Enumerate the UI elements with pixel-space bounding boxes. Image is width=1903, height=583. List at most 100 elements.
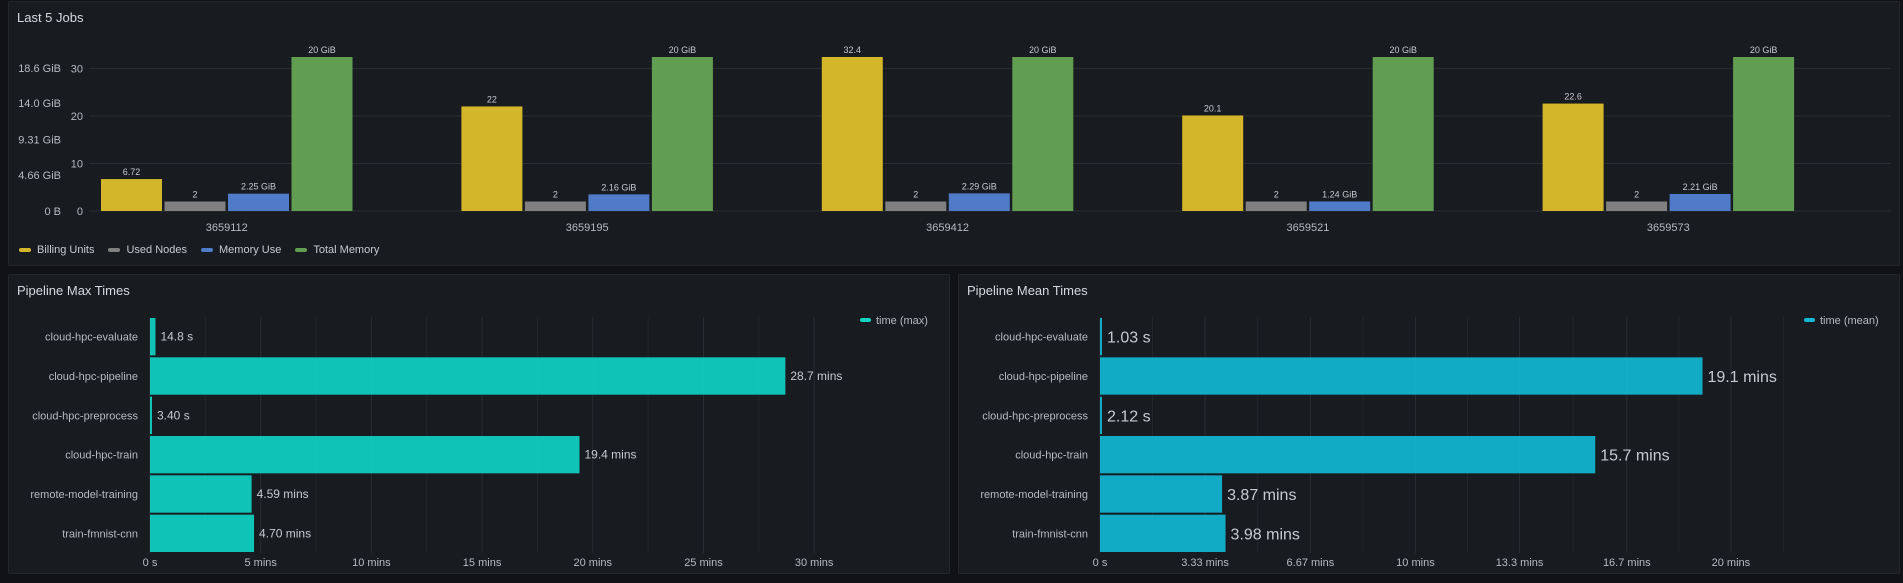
bar [1309, 201, 1371, 211]
legend-swatch [1804, 318, 1815, 322]
legend-item[interactable]: Total Memory [295, 244, 379, 256]
y-tick-label: cloud-hpc-pipeline [49, 371, 138, 383]
y-tick-label: train-fmnist-cnn [1012, 528, 1088, 540]
legend-label: Memory Use [219, 244, 282, 256]
y-tick-label: cloud-hpc-train [65, 450, 138, 462]
y-tick-label: cloud-hpc-train [1015, 450, 1088, 462]
last-jobs-panel: Last 5 Jobs 0 10 20 30 0 B 4.66 GiB 9.31 GiB 14… [8, 1, 1900, 266]
x-tick-label: 5 mins [244, 557, 277, 569]
data-label: 22 [487, 94, 497, 104]
bar [150, 396, 152, 434]
x-tick-label: 3.33 mins [1181, 557, 1229, 569]
legend-swatch [295, 248, 308, 252]
y-tick-label: cloud-hpc-preprocess [982, 410, 1088, 422]
legend-label: time (max) [876, 315, 928, 327]
x-tick-label: 20 mins [1712, 557, 1751, 569]
pipeline-max-chart: 0 s 5 mins 10 mins 15 mins 20 mins 25 mins 30 … [30, 315, 928, 569]
bar [1182, 115, 1244, 211]
bar [1100, 357, 1703, 395]
legend-label: Billing Units [37, 244, 95, 256]
y-tick-label: 20 [71, 111, 83, 123]
bar [1100, 318, 1102, 356]
bar [1245, 201, 1307, 211]
bar [150, 514, 255, 552]
y-tick-label-bytes: 18.6 GiB [18, 63, 61, 75]
data-label: 2 [1274, 189, 1279, 199]
data-label: 2.21 GiB [1683, 182, 1718, 192]
y-tick-label: 30 [71, 63, 83, 75]
bar [101, 179, 162, 211]
legend-label: Total Memory [313, 244, 380, 256]
data-label: 28.7 mins [790, 369, 842, 383]
legend-label: time (mean) [1820, 315, 1879, 327]
bar [1542, 103, 1604, 211]
bar [1669, 193, 1731, 211]
legend-item[interactable]: Used Nodes [108, 244, 187, 256]
bar [524, 201, 586, 211]
x-tick-label: 10 mins [1396, 557, 1435, 569]
x-tick-label: 25 mins [684, 557, 723, 569]
data-label: 20 GiB [1029, 45, 1057, 55]
data-label: 14.8 s [160, 330, 193, 344]
legend-item[interactable]: Billing Units [19, 244, 94, 256]
x-tick-label: 3659573 [1647, 222, 1690, 234]
pipeline-max-panel: Pipeline Max Times 0 s5 mins 10 mins 15 mi… [8, 274, 950, 574]
y-tick-label: 10 [71, 158, 83, 170]
y-tick-label-bytes: 14.0 GiB [18, 98, 61, 110]
x-tick-label: 13.3 mins [1496, 557, 1544, 569]
x-tick-label: 3659521 [1287, 222, 1330, 234]
y-tick-label: cloud-hpc-preprocess [32, 410, 138, 422]
bar [1100, 514, 1226, 552]
data-label: 1.03 s [1107, 330, 1151, 347]
data-label: 4.70 mins [259, 526, 311, 540]
bar [948, 193, 1010, 211]
x-tick-label: 3659112 [206, 222, 248, 234]
bar [150, 318, 156, 356]
bar [1606, 201, 1668, 211]
data-label: 3.98 mins [1231, 526, 1300, 543]
data-label: 2.16 GiB [601, 182, 636, 192]
y-tick-label: 0 [77, 206, 83, 218]
x-tick-label: 0 s [1093, 557, 1108, 569]
data-label: 1.24 GiB [1322, 189, 1357, 199]
bar [1100, 396, 1102, 434]
legend-item[interactable]: Memory Use [201, 244, 281, 256]
x-tick-label: 16.7 mins [1603, 557, 1651, 569]
data-label: 19.4 mins [584, 448, 636, 462]
legend-label: Used Nodes [126, 244, 188, 256]
bar [651, 57, 713, 211]
data-label: 19.1 mins [1708, 369, 1777, 386]
bar [821, 57, 883, 211]
y-tick-label-bytes: 4.66 GiB [18, 170, 61, 182]
data-label: 3.87 mins [1227, 487, 1296, 504]
pipeline-mean-panel: Pipeline Mean Times 0 s 3.33 mins 6.67 min… [958, 274, 1900, 574]
bar [885, 201, 947, 211]
bar [164, 201, 226, 211]
y-tick-label: cloud-hpc-evaluate [45, 332, 138, 344]
y-tick-label-bytes: 9.31 GiB [18, 134, 61, 146]
data-label: 2 [913, 189, 918, 199]
bar [150, 436, 580, 474]
pipeline-mean-chart: 0 s 3.33 mins 6.67 mins 10 mins 13.3 mins 16.… [980, 315, 1879, 569]
data-label: 4.59 mins [257, 487, 309, 501]
bar [1012, 57, 1074, 211]
data-label: 20 GiB [1750, 45, 1778, 55]
data-label: 22.6 [1564, 92, 1582, 102]
data-label: 15.7 mins [1600, 448, 1669, 465]
data-label: 20.1 [1204, 103, 1222, 113]
bar [588, 194, 650, 211]
y-tick-label: cloud-hpc-evaluate [995, 332, 1088, 344]
data-label: 6.72 [123, 167, 141, 177]
bar [1733, 57, 1795, 211]
y-tick-label: remote-model-training [30, 489, 138, 501]
x-tick-label: 6.67 mins [1287, 557, 1335, 569]
data-label: 3.40 s [157, 408, 190, 422]
bar [228, 193, 289, 211]
x-tick-label: 3659412 [926, 222, 969, 234]
y-tick-label: cloud-hpc-pipeline [999, 371, 1088, 383]
x-tick-label: 20 mins [574, 557, 613, 569]
bar [150, 475, 252, 513]
bar [1100, 436, 1596, 474]
x-tick-label: 3659195 [566, 222, 609, 234]
legend-swatch [108, 248, 121, 252]
